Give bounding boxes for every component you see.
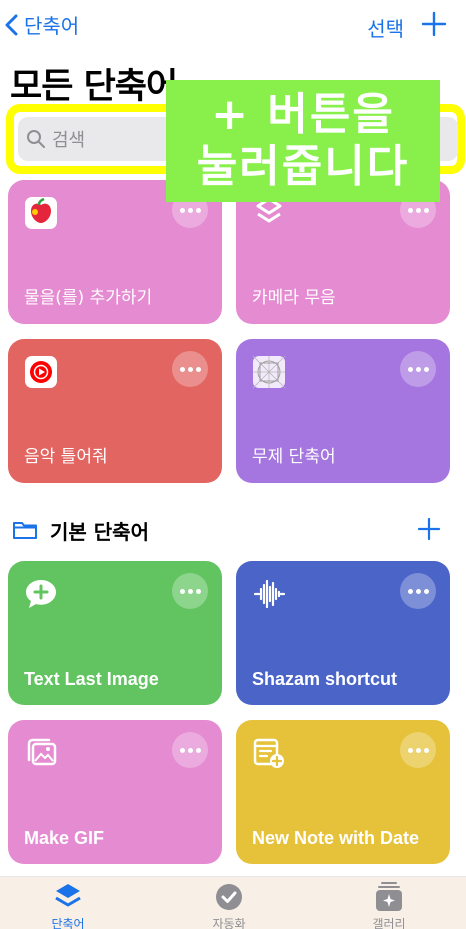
folder-icon <box>13 522 37 539</box>
placeholder-grid-icon <box>252 355 286 389</box>
shortcut-card-new-note[interactable]: New Note with Date <box>236 720 450 864</box>
shortcut-card-play-music[interactable]: 음악 틀어줘 <box>8 339 222 483</box>
shortcut-label: Text Last Image <box>24 669 159 689</box>
search-icon <box>27 130 45 148</box>
back-button[interactable]: 단축어 <box>4 10 79 39</box>
shortcut-label: New Note with Date <box>252 828 420 848</box>
message-plus-icon <box>26 580 56 608</box>
shortcut-card-text-last-image[interactable]: Text Last Image <box>8 561 222 705</box>
photos-icon <box>27 738 57 766</box>
chevron-left-icon <box>5 14 18 35</box>
shortcut-label: Make GIF <box>24 828 105 848</box>
page-title: 모든 단축어 <box>10 67 178 107</box>
more-options-button[interactable] <box>172 351 208 387</box>
waveform-icon <box>253 579 286 609</box>
navigation-bar: 단축어 선택 <box>0 0 466 52</box>
tab-gallery[interactable]: 갤러리 <box>329 881 449 929</box>
add-shortcut-icon[interactable] <box>420 10 448 38</box>
tab-bar: 단축어 자동화 갤러리 <box>0 876 466 929</box>
stacked-layers-icon <box>55 884 81 907</box>
shortcut-label: 물을(를) 추가하기 <box>24 288 153 308</box>
folder-section-header: 기본 단축어 <box>12 512 454 548</box>
apple-health-icon <box>25 197 57 229</box>
tab-automation[interactable]: 자동화 <box>169 881 289 929</box>
add-to-folder-icon[interactable] <box>416 516 442 542</box>
gallery-sparkle-icon <box>376 882 402 911</box>
more-options-button[interactable] <box>172 732 208 768</box>
section-title: 기본 단축어 <box>50 519 149 544</box>
youtube-music-icon <box>25 356 57 388</box>
tab-label: 단축어 <box>51 917 85 929</box>
shortcut-label: 무제 단축어 <box>252 447 336 467</box>
clock-check-icon <box>216 884 242 910</box>
shortcut-card-make-gif[interactable]: Make GIF <box>8 720 222 864</box>
note-add-icon <box>253 738 284 768</box>
tab-label: 자동화 <box>212 917 246 929</box>
shortcut-card-untitled[interactable]: 무제 단축어 <box>236 339 450 483</box>
shortcut-label: 카메라 무음 <box>252 288 336 308</box>
more-options-button[interactable] <box>172 573 208 609</box>
shortcut-card-shazam[interactable]: Shazam shortcut <box>236 561 450 705</box>
overlay-line-2: 눌러줍니다 <box>196 141 410 192</box>
overlay-line-1: + 버튼을 <box>211 89 395 140</box>
select-button[interactable]: 선택 <box>367 13 404 42</box>
back-label: 단축어 <box>24 14 80 38</box>
instruction-overlay: + 버튼을 눌러줍니다 <box>166 80 440 202</box>
tab-shortcuts[interactable]: 단축어 <box>8 881 128 929</box>
more-options-button[interactable] <box>400 732 436 768</box>
search-placeholder: 검색 <box>52 130 86 151</box>
tab-label: 갤러리 <box>372 917 406 929</box>
more-options-button[interactable] <box>400 351 436 387</box>
shortcut-label: 음악 틀어줘 <box>24 447 108 467</box>
shortcut-label: Shazam shortcut <box>252 669 398 689</box>
more-options-button[interactable] <box>400 573 436 609</box>
